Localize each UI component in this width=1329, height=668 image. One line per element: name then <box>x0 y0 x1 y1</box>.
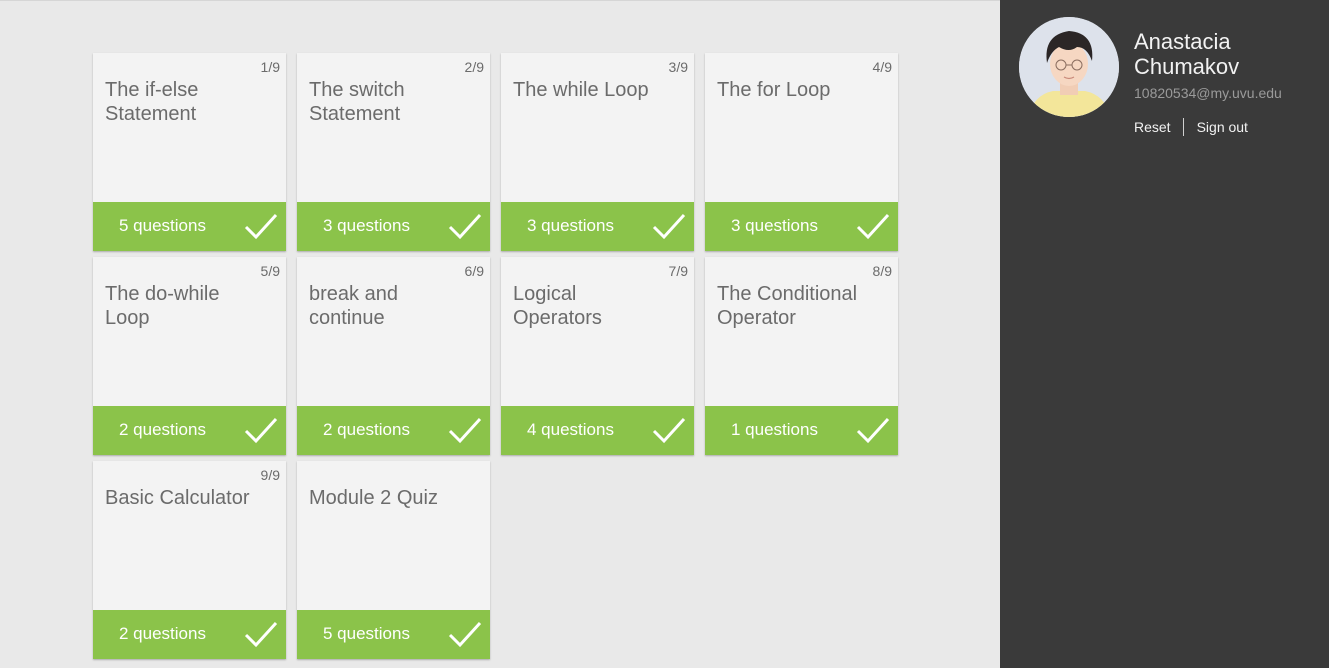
module-grid: The if-else Statement 1/9 5 questions Th… <box>93 53 898 659</box>
module-footer: 3 questions <box>297 202 490 251</box>
sign-out-link[interactable]: Sign out <box>1197 119 1248 135</box>
module-index: 3/9 <box>668 59 688 75</box>
module-card[interactable]: The do-while Loop 5/9 2 questions <box>93 257 286 455</box>
module-index: 7/9 <box>668 263 688 279</box>
module-index: 5/9 <box>260 263 280 279</box>
check-icon <box>448 621 482 648</box>
check-icon <box>244 417 278 444</box>
module-footer: 3 questions <box>705 202 898 251</box>
divider <box>1182 118 1184 136</box>
question-count: 2 questions <box>323 420 410 439</box>
check-icon <box>244 213 278 240</box>
module-title: break and continue <box>309 283 398 329</box>
avatar <box>1019 17 1119 117</box>
question-count: 5 questions <box>323 624 410 643</box>
module-title: Module 2 Quiz <box>309 487 438 509</box>
module-card[interactable]: Logical Operators 7/9 4 questions <box>501 257 694 455</box>
check-icon <box>856 213 890 240</box>
check-icon <box>856 417 890 444</box>
module-index: 4/9 <box>872 59 892 75</box>
module-title: Basic Calculator <box>105 487 250 509</box>
module-footer: 5 questions <box>93 202 286 251</box>
module-title: The if-else Statement <box>105 79 199 125</box>
module-footer: 3 questions <box>501 202 694 251</box>
module-title: The while Loop <box>513 79 649 101</box>
module-index: 1/9 <box>260 59 280 75</box>
module-title: The do-while Loop <box>105 283 220 329</box>
module-title: The Conditional Operator <box>717 283 858 329</box>
main-content: The if-else Statement 1/9 5 questions Th… <box>0 0 1000 668</box>
question-count: 1 questions <box>731 420 818 439</box>
question-count: 2 questions <box>119 624 206 643</box>
module-index: 2/9 <box>464 59 484 75</box>
check-icon <box>244 621 278 648</box>
module-card[interactable]: The for Loop 4/9 3 questions <box>705 53 898 251</box>
question-count: 3 questions <box>323 216 410 235</box>
check-icon <box>652 417 686 444</box>
module-footer: 5 questions <box>297 610 490 659</box>
module-card[interactable]: break and continue 6/9 2 questions <box>297 257 490 455</box>
question-count: 5 questions <box>119 216 206 235</box>
module-card[interactable]: The while Loop 3/9 3 questions <box>501 53 694 251</box>
module-index: 9/9 <box>260 467 280 483</box>
module-footer: 1 questions <box>705 406 898 455</box>
module-footer: 4 questions <box>501 406 694 455</box>
module-title: The switch Statement <box>309 79 405 125</box>
module-card[interactable]: The Conditional Operator 8/9 1 questions <box>705 257 898 455</box>
question-count: 3 questions <box>731 216 818 235</box>
module-title: The for Loop <box>717 79 831 101</box>
module-footer: 2 questions <box>297 406 490 455</box>
module-card[interactable]: Basic Calculator 9/9 2 questions <box>93 461 286 659</box>
module-index: 8/9 <box>872 263 892 279</box>
module-card[interactable]: The if-else Statement 1/9 5 questions <box>93 53 286 251</box>
check-icon <box>448 417 482 444</box>
check-icon <box>652 213 686 240</box>
question-count: 4 questions <box>527 420 614 439</box>
reset-link[interactable]: Reset <box>1134 119 1171 135</box>
user-name: Anastacia Chumakov <box>1134 29 1240 79</box>
module-index: 6/9 <box>464 263 484 279</box>
module-footer: 2 questions <box>93 406 286 455</box>
module-card[interactable]: The switch Statement 2/9 3 questions <box>297 53 490 251</box>
avatar-illustration-icon <box>1019 17 1119 117</box>
user-email: 10820534@my.uvu.edu <box>1134 85 1282 101</box>
question-count: 2 questions <box>119 420 206 439</box>
module-title: Logical Operators <box>513 283 602 329</box>
module-footer: 2 questions <box>93 610 286 659</box>
question-count: 3 questions <box>527 216 614 235</box>
check-icon <box>448 213 482 240</box>
module-card[interactable]: Module 2 Quiz 5 questions <box>297 461 490 659</box>
user-sidebar: Anastacia Chumakov 10820534@my.uvu.edu R… <box>1000 0 1329 668</box>
account-actions: Reset Sign out <box>1134 118 1248 136</box>
